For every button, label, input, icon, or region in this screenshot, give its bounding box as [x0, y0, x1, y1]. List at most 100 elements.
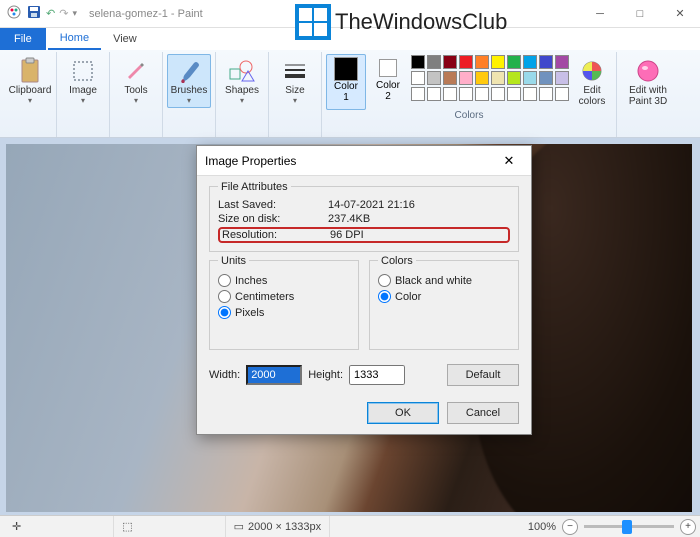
- edit-colors-button[interactable]: Edit colors: [572, 54, 612, 110]
- radio-color[interactable]: Color: [378, 290, 510, 303]
- minimize-button[interactable]: ─: [580, 0, 620, 28]
- image-properties-dialog: Image Properties ✕ File Attributes Last …: [196, 145, 532, 435]
- color-swatch[interactable]: [491, 55, 505, 69]
- color-swatch[interactable]: [459, 55, 473, 69]
- group-size: Size ▾: [269, 52, 322, 137]
- clipboard-icon: [16, 57, 44, 85]
- chevron-down-icon: ▾: [187, 96, 191, 105]
- zoom-level: 100%: [528, 521, 556, 533]
- color-swatch[interactable]: [555, 71, 569, 85]
- radio-inches[interactable]: Inches: [218, 274, 350, 287]
- size-button[interactable]: Size ▾: [273, 54, 317, 108]
- selection-size: ⬚: [114, 516, 225, 537]
- radio-centimeters[interactable]: Centimeters: [218, 290, 350, 303]
- radio-bw[interactable]: Black and white: [378, 274, 510, 287]
- color-swatch[interactable]: [507, 55, 521, 69]
- color-swatch[interactable]: [523, 55, 537, 69]
- paint3d-button[interactable]: Edit with Paint 3D: [621, 54, 675, 110]
- shapes-button[interactable]: Shapes ▾: [220, 54, 264, 108]
- color-swatch[interactable]: [539, 87, 553, 101]
- default-button[interactable]: Default: [447, 364, 519, 386]
- tools-button[interactable]: Tools ▾: [114, 54, 158, 108]
- selection-icon: ⬚: [122, 520, 132, 533]
- crosshair-icon: ✛: [12, 520, 21, 533]
- close-button[interactable]: ✕: [660, 0, 700, 28]
- color-swatch[interactable]: [411, 55, 425, 69]
- color-swatch[interactable]: [443, 55, 457, 69]
- cancel-button[interactable]: Cancel: [447, 402, 519, 424]
- dialog-title: Image Properties: [205, 154, 296, 168]
- brushes-button[interactable]: Brushes ▾: [167, 54, 211, 108]
- color2-button[interactable]: Color 2: [368, 54, 408, 110]
- zoom-out-button[interactable]: −: [562, 519, 578, 535]
- color-swatch[interactable]: [443, 71, 457, 85]
- chevron-down-icon: ▾: [81, 96, 85, 105]
- color-swatch[interactable]: [555, 87, 569, 101]
- color-swatch[interactable]: [475, 55, 489, 69]
- width-label: Width:: [209, 369, 240, 381]
- color1-button[interactable]: Color 1: [326, 54, 366, 110]
- brush-icon: [175, 57, 203, 85]
- tab-view[interactable]: View: [101, 28, 149, 50]
- color-swatch[interactable]: [427, 55, 441, 69]
- shapes-icon: [228, 57, 256, 85]
- color-palette[interactable]: [410, 54, 570, 110]
- color-swatch[interactable]: [507, 87, 521, 101]
- ok-button[interactable]: OK: [367, 402, 439, 424]
- quick-access-toolbar: ↶ ↷ ▾: [0, 4, 83, 23]
- width-input[interactable]: [246, 365, 302, 385]
- dims-icon: ▭: [234, 520, 244, 533]
- resolution-highlight: Resolution:96 DPI: [218, 227, 510, 243]
- height-input[interactable]: [349, 365, 405, 385]
- color-swatch[interactable]: [411, 71, 425, 85]
- tab-home[interactable]: Home: [48, 28, 101, 50]
- qat-dropdown-icon[interactable]: ▾: [72, 8, 77, 19]
- group-shapes: Shapes ▾: [216, 52, 269, 137]
- group-clipboard: Clipboard ▾: [4, 52, 57, 137]
- color1-swatch: [334, 57, 358, 81]
- save-icon[interactable]: [26, 4, 42, 23]
- clipboard-button[interactable]: Clipboard ▾: [8, 54, 52, 108]
- redo-icon[interactable]: ↷: [59, 7, 68, 20]
- dialog-titlebar[interactable]: Image Properties ✕: [197, 146, 531, 176]
- color2-swatch: [379, 59, 397, 77]
- color-swatch[interactable]: [475, 87, 489, 101]
- color-swatch[interactable]: [491, 87, 505, 101]
- color-swatch[interactable]: [507, 71, 521, 85]
- group-colors: Color 1 Color 2 Edit colors Colors: [322, 52, 617, 137]
- color-swatch[interactable]: [459, 71, 473, 85]
- color-swatch[interactable]: [491, 71, 505, 85]
- ribbon-tabs: File Home View: [0, 28, 700, 50]
- chevron-down-icon: ▾: [293, 96, 297, 105]
- image-button[interactable]: Image ▾: [61, 54, 105, 108]
- title-bar: ↶ ↷ ▾ selena-gomez-1 - Paint ─ □ ✕: [0, 0, 700, 28]
- color-swatch[interactable]: [523, 87, 537, 101]
- color-swatch[interactable]: [459, 87, 473, 101]
- ribbon: Clipboard ▾ Image ▾ Tools ▾ Brushes ▾ Sh…: [0, 50, 700, 138]
- zoom-slider[interactable]: [584, 525, 674, 528]
- group-image: Image ▾: [57, 52, 110, 137]
- select-icon: [69, 57, 97, 85]
- maximize-button[interactable]: □: [620, 0, 660, 28]
- color-swatch[interactable]: [539, 71, 553, 85]
- color-swatch[interactable]: [539, 55, 553, 69]
- zoom-in-button[interactable]: +: [680, 519, 696, 535]
- radio-pixels[interactable]: Pixels: [218, 306, 350, 319]
- dialog-close-button[interactable]: ✕: [495, 153, 523, 169]
- color-swatch[interactable]: [443, 87, 457, 101]
- color-swatch[interactable]: [411, 87, 425, 101]
- status-bar: ✛ ⬚ ▭2000 × 1333px 100% − +: [0, 515, 700, 537]
- tab-file[interactable]: File: [0, 28, 46, 50]
- color-swatch[interactable]: [427, 71, 441, 85]
- undo-icon[interactable]: ↶: [46, 7, 55, 20]
- group-brushes: Brushes ▾: [163, 52, 216, 137]
- color-swatch[interactable]: [555, 55, 569, 69]
- color-swatch[interactable]: [427, 87, 441, 101]
- color-swatch[interactable]: [523, 71, 537, 85]
- color-swatch[interactable]: [475, 71, 489, 85]
- pencil-icon: [122, 57, 150, 85]
- paint-app-icon: [6, 4, 22, 23]
- chevron-down-icon: ▾: [28, 96, 32, 105]
- height-label: Height:: [308, 369, 343, 381]
- image-dims: ▭2000 × 1333px: [226, 516, 331, 537]
